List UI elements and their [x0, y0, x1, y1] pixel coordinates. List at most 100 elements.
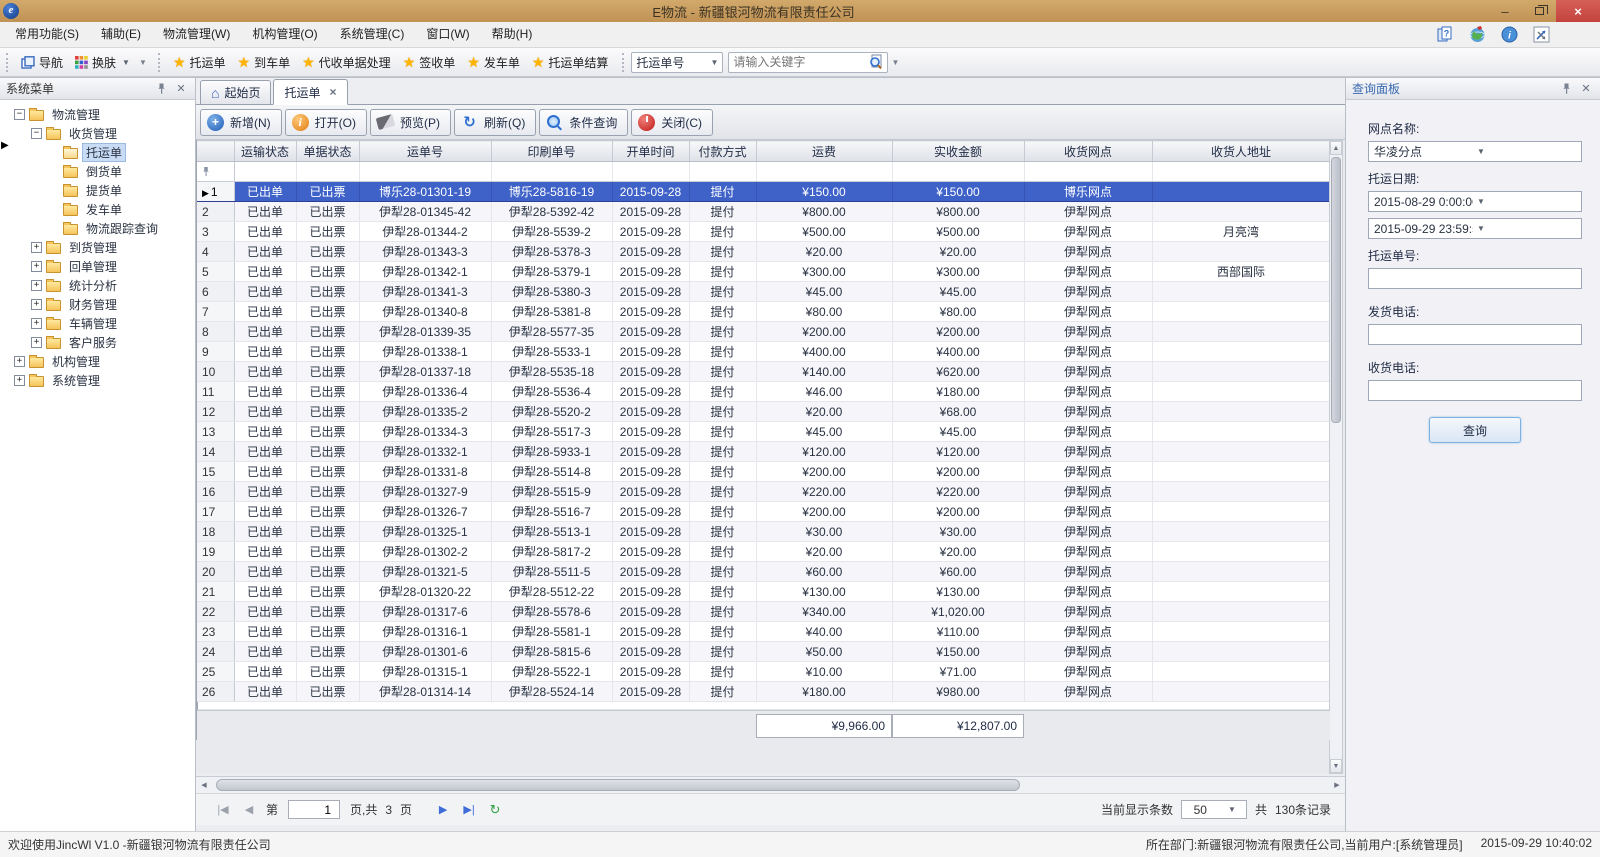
- table-row[interactable]: 15已出单已出票伊犁28-01331-8伊犁28-5514-82015-09-2…: [197, 462, 1330, 482]
- toolbar-overflow-button[interactable]: ▼: [136, 50, 150, 74]
- query-button[interactable]: 查询: [1429, 417, 1521, 443]
- scroll-right-icon[interactable]: ▶: [1329, 778, 1345, 793]
- table-row[interactable]: 20已出单已出票伊犁28-01321-5伊犁28-5511-52015-09-2…: [197, 562, 1330, 582]
- refresh-page-icon[interactable]: ↻: [482, 802, 508, 818]
- scroll-up-icon[interactable]: ▲: [1330, 141, 1342, 155]
- plus-expander-icon[interactable]: +: [31, 242, 42, 253]
- skin-button[interactable]: 换肤 ▼: [69, 50, 136, 74]
- table-row[interactable]: 12已出单已出票伊犁28-01335-2伊犁28-5520-22015-09-2…: [197, 402, 1330, 422]
- pin-icon[interactable]: [157, 83, 173, 94]
- minus-expander-icon[interactable]: −: [14, 109, 25, 120]
- filter-cell-receive-address[interactable]: [1152, 162, 1330, 182]
- filter-cell-print-no[interactable]: [491, 162, 612, 182]
- minus-expander-icon[interactable]: −: [31, 128, 42, 139]
- menu-item-0[interactable]: 常用功能(S): [4, 22, 90, 47]
- close-panel-icon[interactable]: ✕: [1578, 82, 1594, 95]
- chart-icon[interactable]: [1532, 26, 1550, 44]
- table-row[interactable]: 4已出单已出票伊犁28-01343-3伊犁28-5378-32015-09-28…: [197, 242, 1330, 262]
- table-row[interactable]: 8已出单已出票伊犁28-01339-35伊犁28-5577-352015-09-…: [197, 322, 1330, 342]
- plus-expander-icon[interactable]: +: [31, 261, 42, 272]
- tree-item-0[interactable]: −物流管理: [14, 105, 195, 124]
- column-header-seq[interactable]: [197, 141, 234, 162]
- filter-cell-open-date[interactable]: [612, 162, 689, 182]
- tree-item-2[interactable]: 托运单: [14, 143, 195, 162]
- menu-item-3[interactable]: 机构管理(O): [241, 22, 328, 47]
- filter-cell-received-amount[interactable]: [892, 162, 1024, 182]
- table-row[interactable]: 11已出单已出票伊犁28-01336-4伊犁28-5536-42015-09-2…: [197, 382, 1330, 402]
- date-from-combo[interactable]: 2015-08-29 0:00:00 ▼: [1368, 191, 1582, 212]
- table-row[interactable]: 10已出单已出票伊犁28-01337-18伊犁28-5535-182015-09…: [197, 362, 1330, 382]
- table-row[interactable]: 22已出单已出票伊犁28-01317-6伊犁28-5578-62015-09-2…: [197, 602, 1330, 622]
- navigation-button[interactable]: 导航: [15, 50, 69, 74]
- column-header-doc-status[interactable]: 单据状态: [296, 141, 359, 162]
- action-button-5[interactable]: 关闭(C): [631, 109, 713, 136]
- action-button-2[interactable]: 预览(P): [370, 109, 451, 136]
- page-size-combo[interactable]: 50 ▼: [1181, 800, 1247, 819]
- sender-phone-input[interactable]: [1368, 324, 1582, 345]
- column-header-open-date[interactable]: 开单时间: [612, 141, 689, 162]
- menu-item-2[interactable]: 物流管理(W): [152, 22, 241, 47]
- favorite-1[interactable]: ★到车单: [232, 50, 297, 74]
- tree-item-12[interactable]: +客户服务: [14, 333, 195, 352]
- scroll-down-icon[interactable]: ▼: [1330, 759, 1342, 773]
- column-header-waybill-no[interactable]: 运单号: [359, 141, 491, 162]
- pin-icon[interactable]: [1562, 83, 1578, 94]
- current-page-input[interactable]: [288, 800, 340, 819]
- maximize-button[interactable]: [1522, 0, 1556, 22]
- tree-item-5[interactable]: 发车单: [14, 200, 195, 219]
- column-header-receive-address[interactable]: 收货人地址: [1152, 141, 1330, 162]
- tree-item-4[interactable]: 提货单: [14, 181, 195, 200]
- column-header-received-amount[interactable]: 实收金额: [892, 141, 1024, 162]
- plus-expander-icon[interactable]: +: [31, 337, 42, 348]
- filter-cell-transport-status[interactable]: [234, 162, 296, 182]
- tree-item-9[interactable]: +统计分析: [14, 276, 195, 295]
- filter-cell-doc-status[interactable]: [296, 162, 359, 182]
- action-button-3[interactable]: ↻刷新(Q): [454, 109, 536, 136]
- table-row[interactable]: 7已出单已出票伊犁28-01340-8伊犁28-5381-82015-09-28…: [197, 302, 1330, 322]
- scroll-left-icon[interactable]: ◀: [196, 778, 212, 793]
- favorite-3[interactable]: ★签收单: [397, 50, 462, 74]
- table-row[interactable]: 26已出单已出票伊犁28-01314-14伊犁28-5524-142015-09…: [197, 682, 1330, 702]
- table-row[interactable]: 13已出单已出票伊犁28-01334-3伊犁28-5517-32015-09-2…: [197, 422, 1330, 442]
- plus-expander-icon[interactable]: +: [31, 280, 42, 291]
- date-to-combo[interactable]: 2015-09-29 23:59:59 ▼: [1368, 218, 1582, 239]
- close-panel-icon[interactable]: ✕: [173, 82, 189, 95]
- last-page-button[interactable]: ▶|: [456, 803, 482, 816]
- action-button-4[interactable]: 条件查询: [539, 109, 628, 136]
- table-row[interactable]: 16已出单已出票伊犁28-01327-9伊犁28-5515-92015-09-2…: [197, 482, 1330, 502]
- tab-0[interactable]: ⌂起始页: [200, 80, 271, 104]
- tree-item-6[interactable]: 物流跟踪查询: [14, 219, 195, 238]
- table-row[interactable]: 9已出单已出票伊犁28-01338-1伊犁28-5533-12015-09-28…: [197, 342, 1330, 362]
- menu-item-1[interactable]: 辅助(E): [90, 22, 152, 47]
- tree-item-11[interactable]: +车辆管理: [14, 314, 195, 333]
- table-row[interactable]: 18已出单已出票伊犁28-01325-1伊犁28-5513-12015-09-2…: [197, 522, 1330, 542]
- filter-cell-receive-branch[interactable]: [1024, 162, 1152, 182]
- action-button-0[interactable]: +新增(N): [200, 109, 282, 136]
- table-row[interactable]: 24已出单已出票伊犁28-01301-6伊犁28-5815-62015-09-2…: [197, 642, 1330, 662]
- minimize-button[interactable]: –: [1488, 0, 1522, 22]
- search-icon[interactable]: [868, 54, 884, 70]
- column-header-transport-status[interactable]: 运输状态: [234, 141, 296, 162]
- tree-item-8[interactable]: +回单管理: [14, 257, 195, 276]
- table-row[interactable]: 14已出单已出票伊犁28-01332-1伊犁28-5933-12015-09-2…: [197, 442, 1330, 462]
- favorite-2[interactable]: ★代收单据处理: [296, 50, 397, 74]
- keyword-search-input[interactable]: [729, 54, 868, 71]
- plus-expander-icon[interactable]: +: [31, 318, 42, 329]
- next-page-button[interactable]: ▶: [430, 803, 456, 816]
- menu-item-5[interactable]: 窗口(W): [415, 22, 480, 47]
- column-header-freight[interactable]: 运费: [756, 141, 892, 162]
- waybill-no-input[interactable]: [1368, 268, 1582, 289]
- vscroll-thumb[interactable]: [1331, 157, 1341, 423]
- favorite-5[interactable]: ★托运单结算: [526, 50, 615, 74]
- favorite-4[interactable]: ★发车单: [461, 50, 526, 74]
- favorite-0[interactable]: ★托运单: [167, 50, 232, 74]
- table-row[interactable]: 23已出单已出票伊犁28-01316-1伊犁28-5581-12015-09-2…: [197, 622, 1330, 642]
- filter-cell-freight[interactable]: [756, 162, 892, 182]
- action-button-1[interactable]: i打开(O): [285, 109, 367, 136]
- table-row[interactable]: ▶1已出单已出票博乐28-01301-19博乐28-5816-192015-09…: [197, 182, 1330, 202]
- hscroll-thumb[interactable]: [216, 779, 1020, 791]
- globe-icon[interactable]: [1468, 26, 1486, 44]
- table-row[interactable]: 21已出单已出票伊犁28-01320-22伊犁28-5512-222015-09…: [197, 582, 1330, 602]
- receiver-phone-input[interactable]: [1368, 380, 1582, 401]
- tab-1[interactable]: 托运单×: [273, 79, 347, 105]
